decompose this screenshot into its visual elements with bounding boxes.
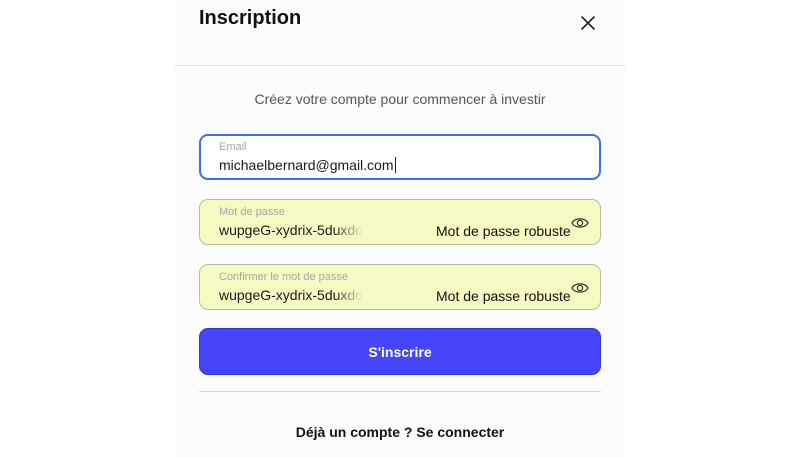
eye-icon bbox=[571, 218, 589, 228]
subtitle: Créez votre compte pour commencer à inve… bbox=[254, 91, 546, 107]
password-field[interactable]: Mot de passe wupgeG-xydrix-5duxdo Mot de… bbox=[199, 199, 601, 245]
modal-title: Inscription bbox=[199, 7, 302, 29]
email-value: michaelbernard@gmail.com bbox=[219, 157, 394, 173]
header-divider bbox=[175, 65, 625, 66]
email-value-wrap: michaelbernard@gmail.com bbox=[219, 157, 396, 173]
toggle-confirm-password-visibility-button[interactable] bbox=[571, 281, 589, 295]
login-link[interactable]: Déjà un compte ? Se connecter bbox=[175, 424, 625, 440]
password-value: wupgeG-xydrix-5duxdo bbox=[219, 222, 363, 238]
email-field[interactable]: Email michaelbernard@gmail.com bbox=[199, 134, 601, 180]
confirm-password-field[interactable]: Confirmer le mot de passe wupgeG-xydrix-… bbox=[199, 264, 601, 310]
confirm-password-label: Confirmer le mot de passe bbox=[219, 271, 348, 283]
confirm-password-value: wupgeG-xydrix-5duxdo bbox=[219, 287, 363, 303]
password-label: Mot de passe bbox=[219, 206, 286, 218]
text-caret bbox=[394, 157, 396, 173]
close-button[interactable] bbox=[577, 12, 599, 34]
footer-divider bbox=[199, 391, 601, 392]
signup-modal: Inscription Créez votre compte pour comm… bbox=[175, 0, 625, 457]
close-icon bbox=[581, 16, 595, 30]
password-value-clip: wupgeG-xydrix-5duxdo bbox=[219, 222, 374, 240]
page: Inscription Créez votre compte pour comm… bbox=[0, 0, 800, 457]
email-label: Email bbox=[219, 141, 247, 153]
signup-button[interactable]: S'inscrire bbox=[199, 328, 601, 375]
confirm-password-strength: Mot de passe robuste bbox=[436, 288, 571, 304]
eye-icon bbox=[571, 283, 589, 293]
confirm-password-value-clip: wupgeG-xydrix-5duxdo bbox=[219, 287, 374, 305]
password-strength: Mot de passe robuste bbox=[436, 223, 571, 239]
toggle-password-visibility-button[interactable] bbox=[571, 216, 589, 230]
